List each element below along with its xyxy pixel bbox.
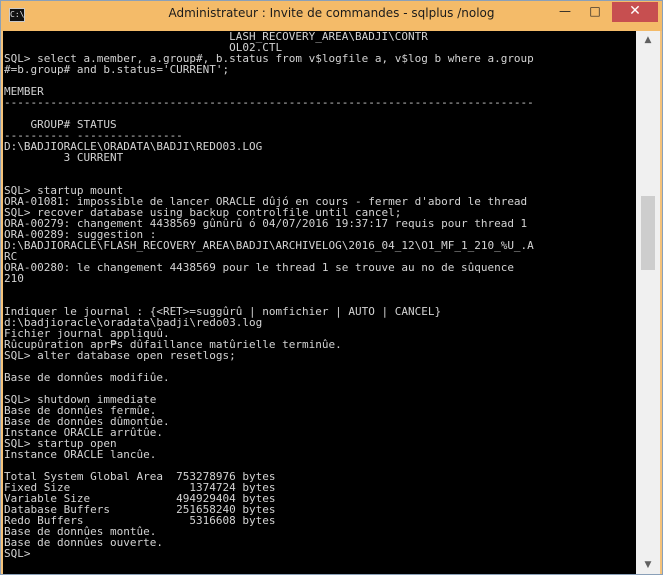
console-line: ORA-00280: le changement 4438569 pour le… xyxy=(4,261,514,274)
command-prompt-window: C:\ Administrateur : Invite de commandes… xyxy=(0,0,663,575)
title-bar[interactable]: C:\ Administrateur : Invite de commandes… xyxy=(1,1,662,31)
console-line: SQL> alter database open resetlogs; xyxy=(4,349,236,362)
scroll-up-arrow-icon: ▲ xyxy=(644,35,652,45)
scroll-down-button[interactable]: ▼ xyxy=(636,556,660,574)
scroll-up-button[interactable]: ▲ xyxy=(636,31,660,49)
console-line: ----------------------------------------… xyxy=(4,96,534,109)
console-area[interactable]: LASH_RECOVERY_AREA\BADJI\CONTR OL02.CTL … xyxy=(3,31,636,574)
scroll-down-arrow-icon: ▼ xyxy=(644,560,652,570)
vertical-scrollbar[interactable]: ▲ ▼ xyxy=(636,31,660,574)
console-line: D:\BADJIORACLE\FLASH_RECOVERY_AREA\BADJI… xyxy=(4,239,534,252)
console-line: 210 xyxy=(4,272,24,285)
maximize-button[interactable]: □ xyxy=(580,2,610,22)
minimize-button[interactable]: — xyxy=(550,2,580,22)
close-icon: ✕ xyxy=(629,3,641,19)
close-button[interactable]: ✕ xyxy=(612,2,658,22)
console-line: SQL> xyxy=(4,547,31,560)
console-output: LASH_RECOVERY_AREA\BADJI\CONTR OL02.CTL … xyxy=(3,31,636,559)
console-line: #=b.group# and b.status='CURRENT'; xyxy=(4,63,230,76)
maximize-icon: □ xyxy=(589,4,601,18)
console-line: 3 CURRENT xyxy=(4,151,124,164)
scrollbar-thumb[interactable] xyxy=(641,196,655,271)
console-line: Base de donnûes modifiûe. xyxy=(4,371,170,384)
console-line: Instance ORACLE lancûe. xyxy=(4,448,157,461)
minimize-icon: — xyxy=(559,4,571,18)
